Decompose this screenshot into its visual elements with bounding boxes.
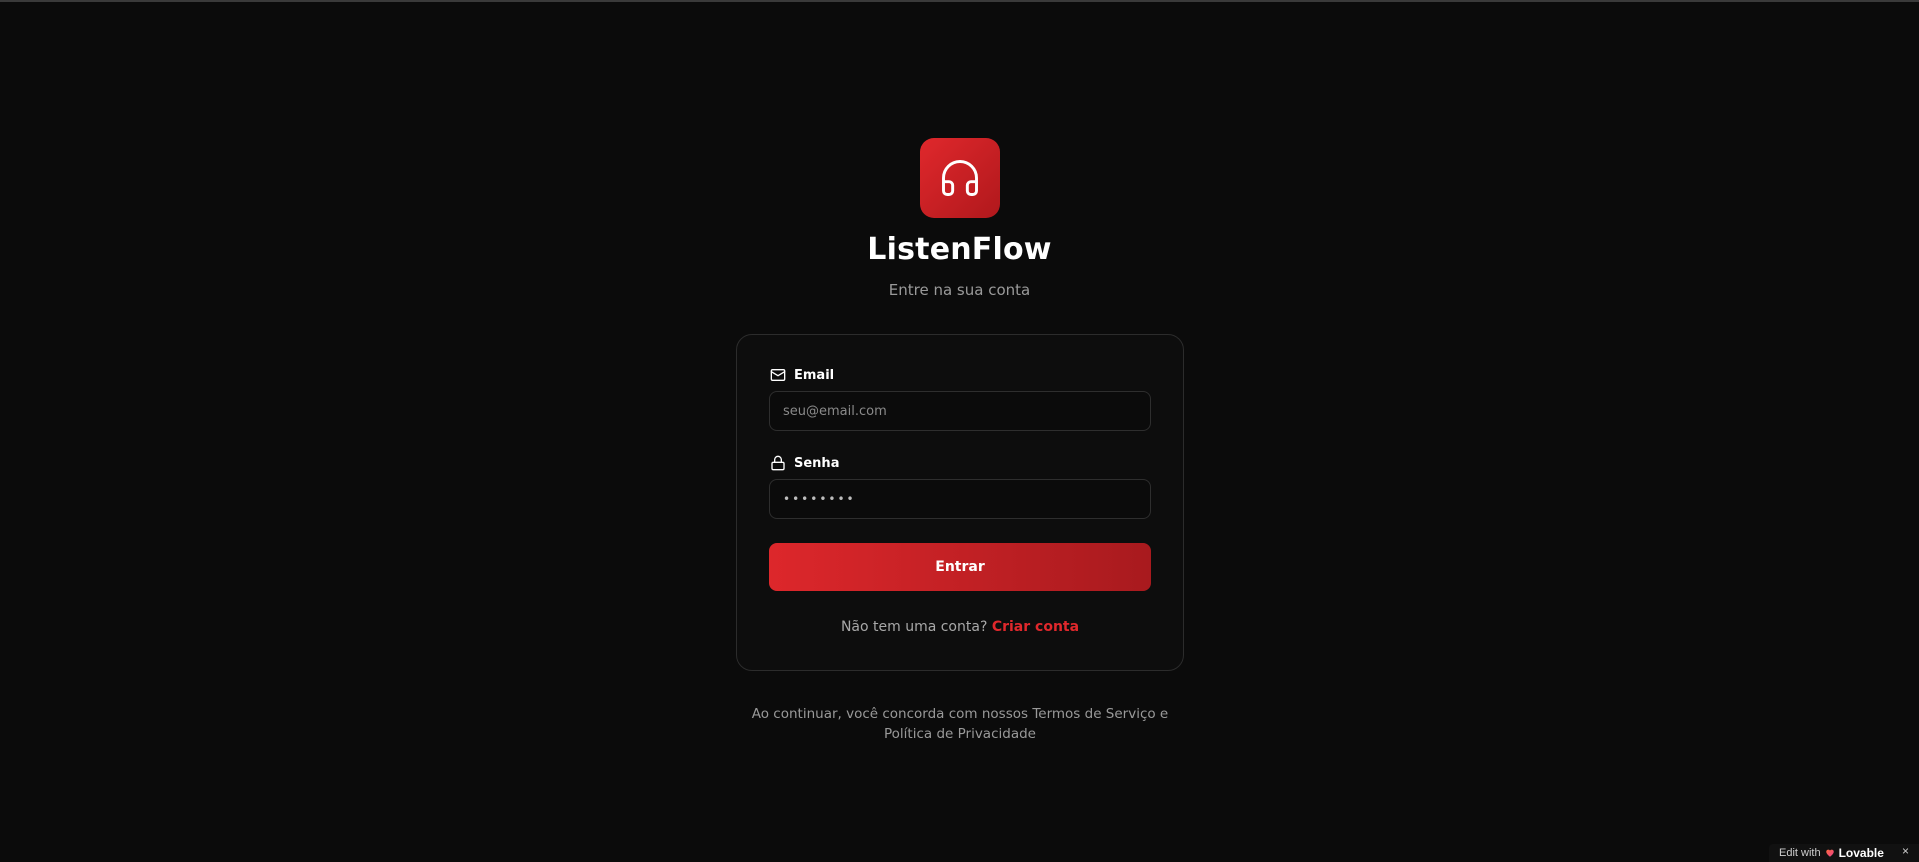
edit-with-lovable-badge[interactable]: Edit with Lovable <box>1769 844 1919 862</box>
signup-prompt: Não tem uma conta? <box>840 619 988 635</box>
lovable-heart-icon <box>1825 848 1835 858</box>
email-input[interactable] <box>769 391 1151 431</box>
mail-icon <box>770 367 786 383</box>
signup-row: Não tem uma conta? Criar conta <box>737 619 1183 635</box>
email-label-text: Email <box>794 367 835 383</box>
badge-prefix: Edit with <box>1779 847 1821 859</box>
login-button[interactable]: Entrar <box>769 543 1151 591</box>
email-label: Email <box>770 367 834 383</box>
close-icon[interactable]: × <box>1902 844 1909 858</box>
lock-icon <box>770 455 786 471</box>
badge-brand: Lovable <box>1838 846 1884 860</box>
password-input[interactable] <box>769 479 1151 519</box>
password-label-text: Senha <box>794 455 840 471</box>
app-title: ListenFlow <box>867 232 1052 267</box>
password-label: Senha <box>770 455 839 471</box>
headphones-icon <box>938 156 982 200</box>
app-logo <box>920 138 1000 218</box>
login-card: Email Senha Entrar Não tem uma conta? Cr… <box>736 334 1184 671</box>
top-border <box>0 0 1919 2</box>
create-account-link[interactable]: Criar conta <box>992 619 1079 635</box>
terms-notice: Ao continuar, você concorda com nossos T… <box>751 706 1169 742</box>
page-subtitle: Entre na sua conta <box>888 281 1031 299</box>
